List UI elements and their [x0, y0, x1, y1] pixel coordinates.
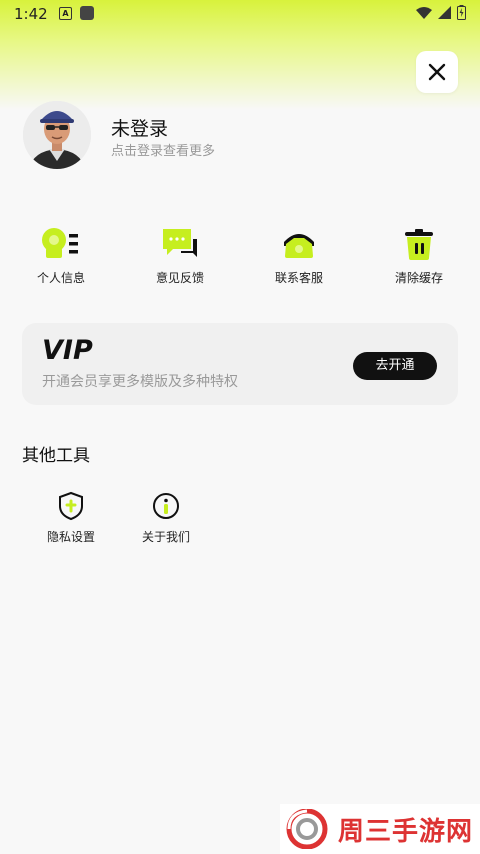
battery-icon — [457, 5, 466, 20]
login-subtitle[interactable]: 点击登录查看更多 — [111, 140, 215, 159]
privacy-settings-button[interactable]: 隐私设置 — [31, 490, 111, 545]
vip-activate-button[interactable]: 去开通 — [353, 352, 437, 380]
close-icon — [428, 63, 446, 81]
privacy-settings-label: 隐私设置 — [46, 530, 95, 544]
customer-service-button[interactable]: 联系客服 — [259, 224, 339, 286]
watermark-logo-icon — [286, 809, 328, 849]
profile-info-icon — [42, 228, 78, 258]
avatar[interactable] — [23, 101, 91, 169]
feedback-button[interactable]: 意见反馈 — [140, 224, 220, 286]
clear-cache-button[interactable]: 清除缓存 — [379, 224, 459, 286]
status-icons — [416, 5, 466, 20]
vip-logo-text: VIP — [42, 335, 93, 363]
notification-a-icon: A — [59, 7, 72, 20]
personal-info-label: 个人信息 — [36, 271, 85, 285]
shield-icon — [59, 491, 83, 521]
trash-icon — [405, 229, 433, 260]
personal-info-button[interactable]: 个人信息 — [21, 224, 101, 286]
about-us-label: 关于我们 — [141, 530, 190, 544]
other-tools-title: 其他工具 — [22, 446, 90, 466]
status-bar: 1:42 A — [0, 0, 480, 28]
feedback-chat-icon — [163, 229, 197, 257]
close-button[interactable] — [416, 51, 458, 93]
feedback-label: 意见反馈 — [155, 271, 204, 285]
vip-description: 开通会员享更多模版及多种特权 — [42, 374, 238, 390]
watermark: 周三手游网 — [280, 804, 480, 854]
clear-cache-label: 清除缓存 — [394, 271, 443, 285]
status-time: 1:42 — [14, 5, 48, 23]
vip-logo: VIP — [42, 335, 93, 363]
login-title[interactable]: 未登录 — [111, 114, 168, 141]
info-icon — [153, 493, 179, 519]
notification-square-icon — [80, 6, 94, 20]
customer-service-label: 联系客服 — [274, 271, 323, 285]
phone-icon — [284, 234, 314, 258]
wifi-icon — [416, 6, 432, 19]
signal-icon — [438, 6, 451, 19]
vip-card[interactable]: VIP 开通会员享更多模版及多种特权 去开通 — [22, 323, 458, 405]
watermark-text: 周三手游网 — [338, 816, 474, 847]
about-us-button[interactable]: 关于我们 — [126, 490, 206, 545]
avatar-illustration-icon — [23, 101, 91, 169]
